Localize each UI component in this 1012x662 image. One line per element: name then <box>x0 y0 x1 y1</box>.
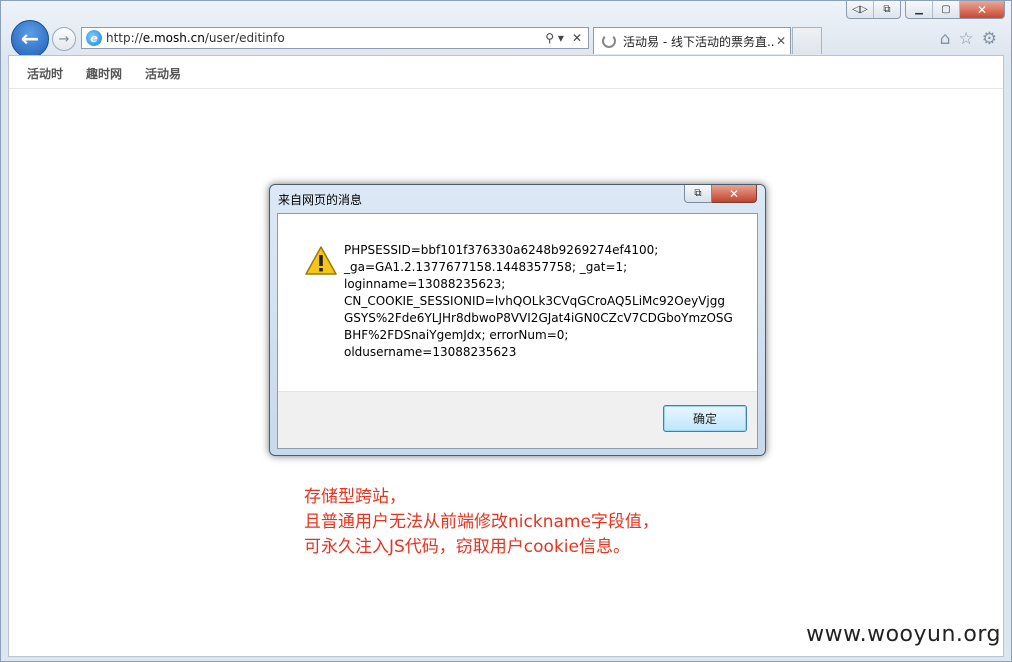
stop-icon[interactable]: ✕ <box>572 31 582 45</box>
minimize-button[interactable]: ▁ <box>906 1 932 18</box>
home-icon[interactable]: ⌂ <box>940 29 951 49</box>
window-controls: ◁▷ ⧉ ▁ ▢ ✕ <box>846 1 1005 19</box>
ok-button[interactable]: 确定 <box>663 405 747 432</box>
ie-logo-icon: e <box>86 30 102 46</box>
message-line: BHF%2FDSnaiYgemJdx; errorNum=0; <box>344 328 569 342</box>
address-bar[interactable]: e http://e.mosh.cn/user/editinfo ⚲ ▾ ✕ <box>81 27 589 49</box>
url-path: /user/editinfo <box>204 31 285 45</box>
message-line: CN_COOKIE_SESSIONID=lvhQOLk3CVqGCroAQ5Li… <box>344 294 725 308</box>
star-icon[interactable]: ☆ <box>959 29 974 49</box>
url-host: e.mosh.cn <box>142 31 205 45</box>
new-tab-button[interactable] <box>792 27 822 54</box>
loading-spinner-icon <box>602 34 616 48</box>
watermark: www.wooyun.org <box>806 622 1001 647</box>
message-line: PHPSESSID=bbf101f376330a6248b9269274ef41… <box>344 243 659 257</box>
close-window-button[interactable]: ✕ <box>959 1 1004 18</box>
annotation-line: 可永久注入JS代码，窃取用户cookie信息。 <box>304 537 630 557</box>
warning-icon <box>305 246 337 275</box>
search-icon[interactable]: ⚲ ▾ <box>545 31 564 45</box>
message-line: _ga=GA1.2.1377677158.1448357758; _gat=1; <box>344 260 628 274</box>
dialog-body: PHPSESSID=bbf101f376330a6248b9269274ef41… <box>277 213 758 449</box>
address-url[interactable]: http://e.mosh.cn/user/editinfo <box>106 31 545 45</box>
annotation-text: 存储型跨站， 且普通用户无法从前端修改nickname字段值， 可永久注入JS代… <box>304 485 659 560</box>
dialog-close-button[interactable]: ✕ <box>712 185 757 203</box>
url-prefix: http:// <box>106 31 143 45</box>
message-line: loginname=13088235623; <box>344 277 506 291</box>
dialog-restore-icon[interactable]: ⧉ <box>684 185 712 203</box>
restore-tab-icon[interactable]: ⧉ <box>873 1 900 18</box>
browser-window: ◁▷ ⧉ ▁ ▢ ✕ ← → e http://e.mosh.cn/user/e… <box>0 0 1012 662</box>
message-line: GSYS%2Fde6YLJHr8dbwoP8VVI2GJat4iGN0CZcV7… <box>344 311 733 325</box>
site-nav-item-huodongshi[interactable]: 活动时 <box>9 56 63 88</box>
gear-icon[interactable]: ⚙ <box>982 29 997 49</box>
site-nav-item-huodongyi[interactable]: 活动易 <box>127 56 181 88</box>
forward-arrow-icon[interactable]: → <box>52 27 76 51</box>
maximize-button[interactable]: ▢ <box>932 1 959 18</box>
browser-tools: ⌂ ☆ ⚙ <box>940 29 997 49</box>
site-nav-item-qushiwang[interactable]: 趣时网 <box>68 56 122 88</box>
message-line: oldusername=13088235623 <box>344 345 517 359</box>
site-nav: 活动时 趣时网 活动易 <box>9 56 1003 89</box>
tab-title: 活动易 - 线下活动的票务直... <box>623 34 776 49</box>
back-arrow-icon[interactable]: ← <box>11 20 49 58</box>
dialog-footer: 确定 <box>278 391 757 448</box>
alert-dialog: 来自网页的消息 ⧉ ✕ PHPSESSID=bbf101f376330a6248… <box>269 184 766 456</box>
dialog-title: 来自网页的消息 <box>278 193 363 207</box>
annotation-line: 且普通用户无法从前端修改nickname字段值， <box>304 512 659 532</box>
annotation-line: 存储型跨站， <box>304 487 406 507</box>
browser-tab[interactable]: 活动易 - 线下活动的票务直... ✕ <box>593 27 791 54</box>
compat-view-icon[interactable]: ◁▷ <box>847 1 873 18</box>
dialog-message: PHPSESSID=bbf101f376330a6248b9269274ef41… <box>344 242 744 361</box>
tab-close-icon[interactable]: ✕ <box>776 34 790 48</box>
